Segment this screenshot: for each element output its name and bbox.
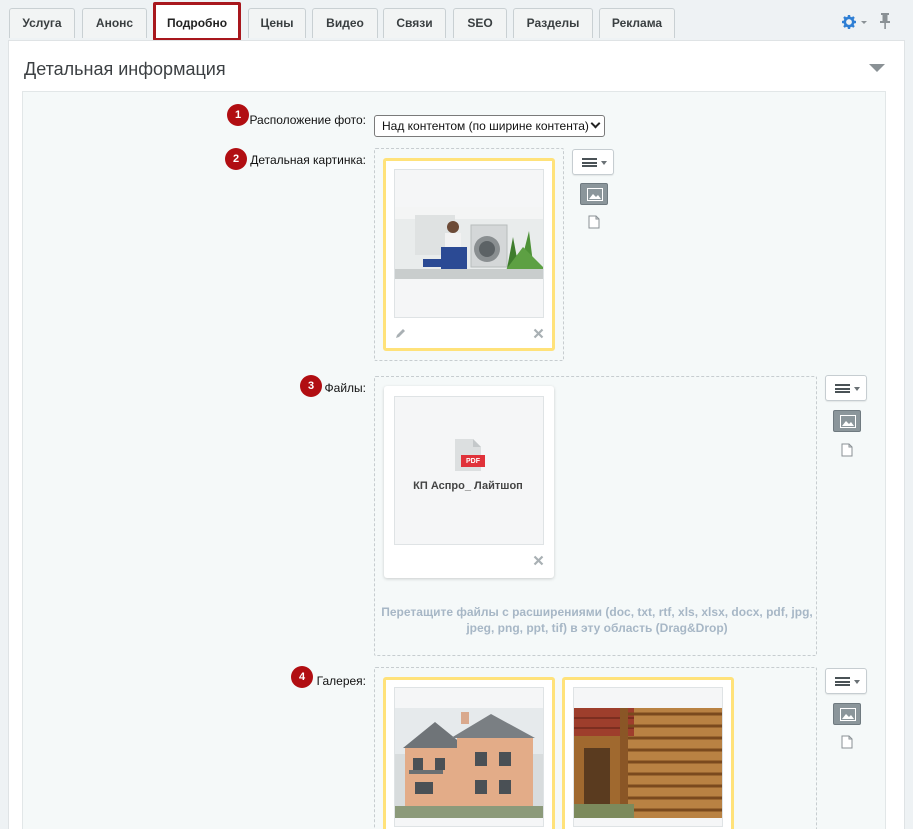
triangle-down-icon[interactable] — [869, 64, 885, 72]
files-menu-button[interactable] — [825, 375, 867, 401]
photo-position-value: Над контентом (по ширине контента) — [382, 119, 589, 133]
panel-title: Детальная информация — [24, 59, 226, 79]
tab-prices[interactable]: Цены — [248, 8, 306, 38]
tab-details[interactable]: Подробно — [153, 2, 241, 41]
files-label: Файлы: — [324, 381, 366, 395]
tab-links[interactable]: Связи — [383, 8, 446, 38]
file-name: КП Аспро_ Лайтшоп — [413, 480, 523, 492]
pdf-badge: PDF — [466, 458, 480, 465]
file-icon[interactable] — [841, 443, 853, 457]
hamburger-menu-icon — [582, 158, 597, 167]
detail-picture-menu-button[interactable] — [572, 149, 614, 175]
tab-bar: Услуга Анонс Подробно Цены Видео Связи S… — [0, 0, 913, 41]
pin-icon[interactable] — [878, 12, 892, 30]
gallery-image-house — [395, 708, 543, 818]
caret-down-icon — [854, 387, 860, 391]
tab-service[interactable]: Услуга — [9, 8, 75, 38]
detail-picture-label: Детальная картинка: — [250, 153, 366, 167]
hamburger-menu-icon — [835, 384, 850, 393]
hamburger-menu-icon — [835, 677, 850, 686]
gallery-label: Галерея: — [316, 674, 366, 688]
photo-position-label: Расположение фото: — [249, 113, 366, 127]
image-icon[interactable] — [833, 703, 861, 725]
image-icon[interactable] — [580, 183, 608, 205]
tab-announce[interactable]: Анонс — [82, 8, 147, 38]
drag-drop-hint: Перетащите файлы с расширениями (doc, tx… — [381, 605, 813, 635]
file-icon[interactable] — [588, 215, 600, 229]
file-icon[interactable] — [841, 735, 853, 749]
close-icon[interactable] — [533, 328, 544, 339]
tab-video[interactable]: Видео — [312, 8, 378, 38]
caret-down-icon — [601, 161, 607, 165]
tab-sections[interactable]: Разделы — [513, 8, 593, 38]
tab-seo[interactable]: SEO — [453, 8, 507, 38]
caret-down-icon — [854, 680, 860, 684]
chevron-down-icon — [590, 118, 601, 129]
gallery-menu-button[interactable] — [825, 668, 867, 694]
gear-icon[interactable] — [842, 14, 870, 30]
close-icon[interactable] — [533, 555, 544, 566]
image-icon[interactable] — [833, 410, 861, 432]
gallery-image-wood-house — [574, 708, 722, 818]
tab-ads[interactable]: Реклама — [599, 8, 675, 38]
pencil-icon[interactable] — [395, 327, 407, 339]
photo-position-select[interactable]: Над контентом (по ширине контента) — [374, 115, 605, 137]
detail-picture-image — [395, 207, 543, 279]
